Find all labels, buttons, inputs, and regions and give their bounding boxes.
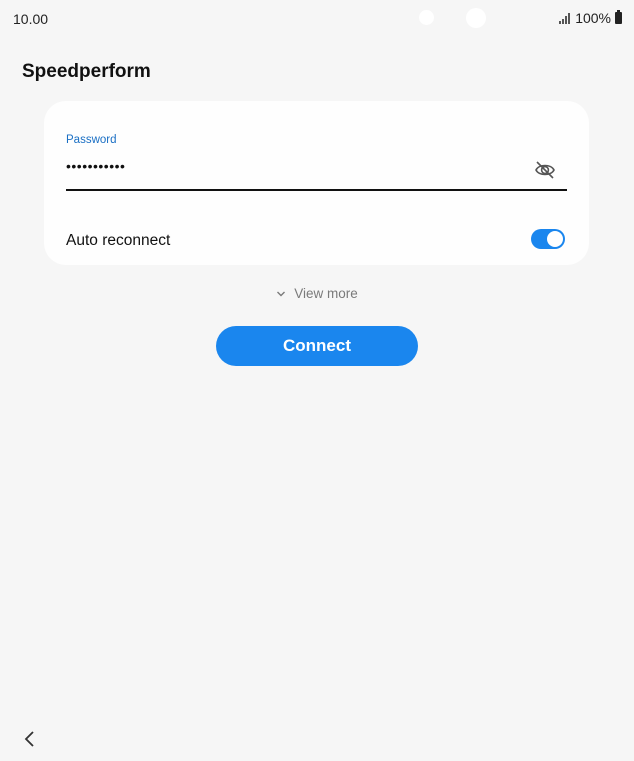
view-more-button[interactable]: View more: [0, 286, 634, 301]
camera-dot: [466, 8, 486, 28]
status-time: 10.00: [13, 11, 49, 27]
chevron-down-icon: [276, 286, 286, 301]
connect-button[interactable]: Connect: [216, 326, 418, 366]
page-title: Speedperform: [22, 61, 151, 82]
password-underline: [66, 189, 567, 191]
view-more-label: View more: [294, 286, 358, 301]
toggle-knob: [547, 231, 563, 247]
network-settings-card: Password ••••••••••• Auto reconnect: [44, 101, 589, 265]
battery-icon: [615, 10, 622, 24]
password-label: Password: [66, 134, 117, 146]
eye-off-icon[interactable]: [533, 159, 557, 181]
password-input[interactable]: •••••••••••: [66, 158, 125, 174]
chevron-left-icon[interactable]: [18, 727, 42, 751]
auto-reconnect-label: Auto reconnect: [66, 232, 171, 249]
signal-icon: [559, 12, 571, 24]
status-bar: 10.00 100%: [0, 0, 634, 36]
camera-dot: [419, 10, 434, 25]
battery-percentage: 100%: [575, 10, 611, 26]
auto-reconnect-toggle[interactable]: [531, 229, 565, 249]
status-indicators: 100%: [559, 10, 622, 26]
